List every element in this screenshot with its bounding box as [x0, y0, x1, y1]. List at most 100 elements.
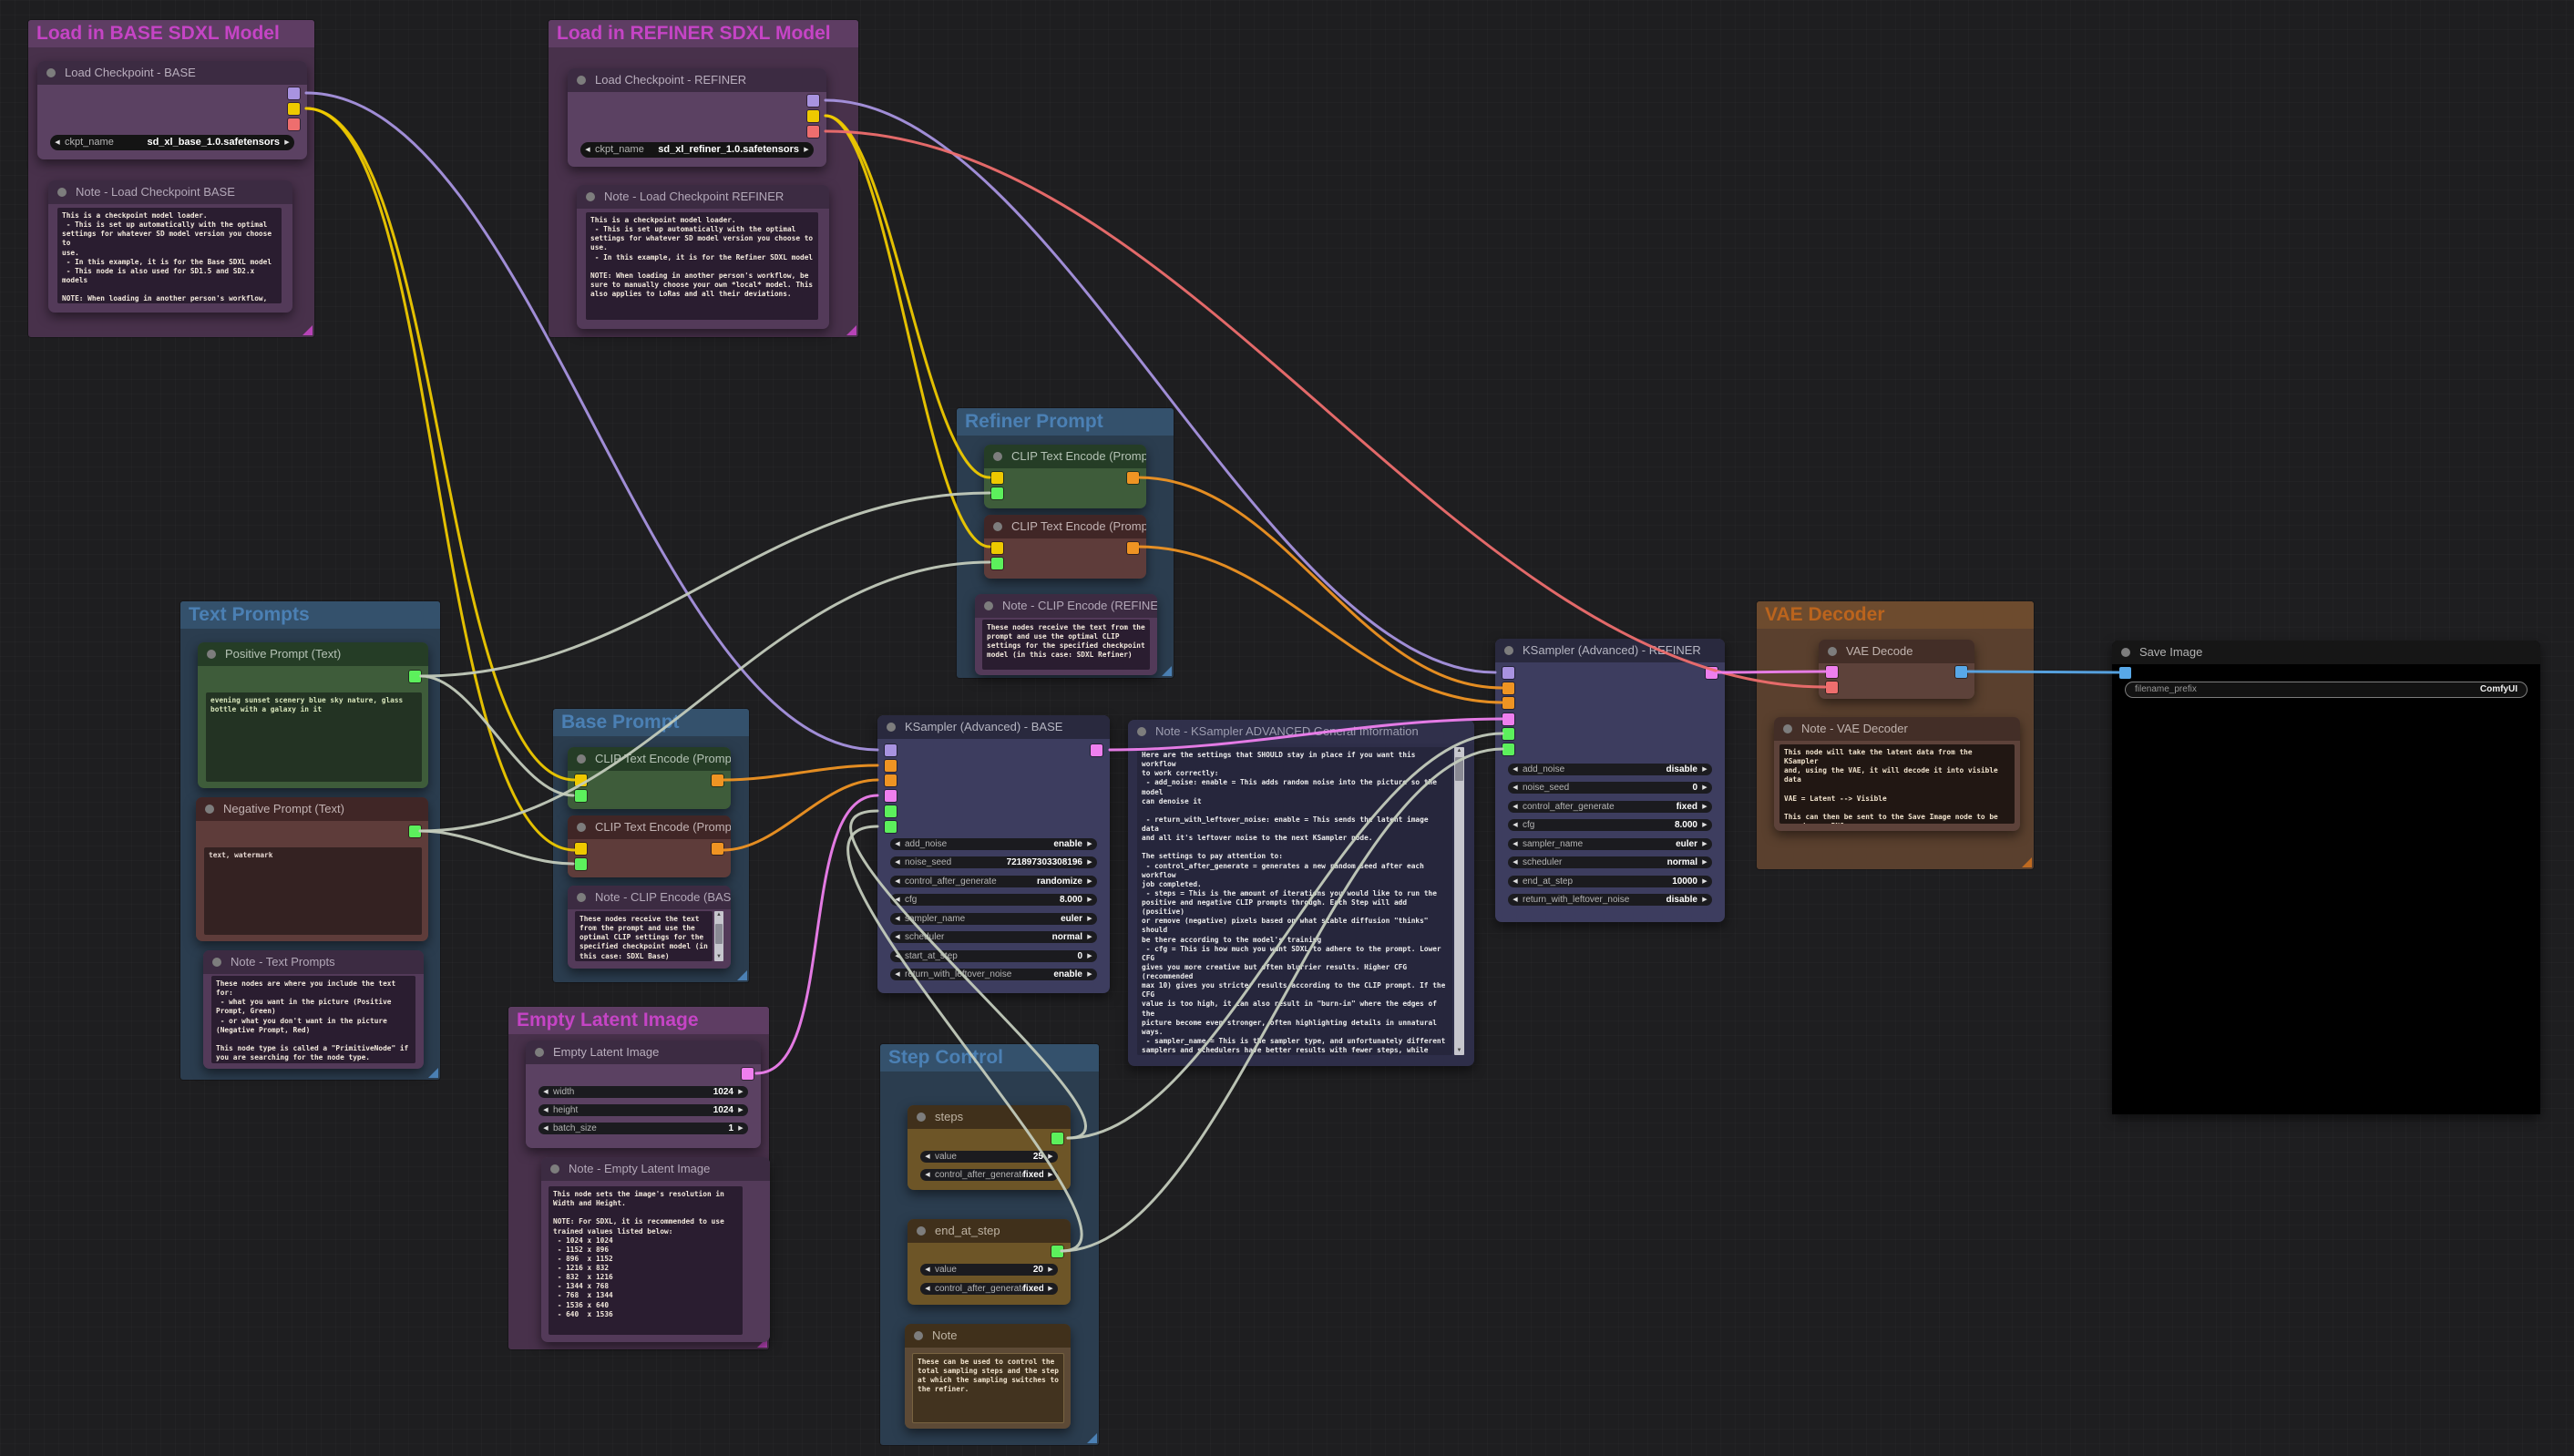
output-slot-clip[interactable]: [288, 103, 300, 115]
note-textarea[interactable]: These nodes are where you include the te…: [211, 976, 415, 1063]
output-slot-latent[interactable]: [1706, 667, 1718, 679]
collapse-dot-icon[interactable]: [1137, 727, 1146, 736]
input-slot-negative[interactable]: [885, 774, 897, 786]
right-arrow-icon[interactable]: ▶: [1082, 894, 1097, 906]
node-title-bar[interactable]: KSampler (Advanced) - BASE: [877, 715, 1110, 739]
right-arrow-icon[interactable]: ▶: [799, 142, 814, 158]
input-slot-clip[interactable]: [991, 472, 1003, 484]
group-header[interactable]: Load in BASE SDXL Model: [28, 20, 314, 47]
right-arrow-icon[interactable]: ▶: [1043, 1283, 1058, 1295]
note-textarea[interactable]: This node will take the latent data from…: [1779, 744, 2015, 824]
input-slot-text[interactable]: [991, 487, 1003, 499]
group-header[interactable]: Base Prompt: [553, 709, 749, 736]
input-slot-text[interactable]: [575, 858, 587, 870]
node-graph-canvas[interactable]: Load in BASE SDXL Model Load in REFINER …: [0, 0, 2574, 1456]
left-arrow-icon[interactable]: ◀: [890, 950, 905, 962]
node-title-bar[interactable]: Note - Empty Latent Image: [541, 1157, 770, 1181]
widget-cfg[interactable]: ◀cfg8.000▶: [890, 894, 1097, 906]
left-arrow-icon[interactable]: ◀: [1508, 876, 1523, 887]
note-textarea[interactable]: This node sets the image's resolution in…: [549, 1186, 743, 1335]
left-arrow-icon[interactable]: ◀: [580, 142, 595, 158]
collapse-dot-icon[interactable]: [212, 958, 221, 967]
prompt-textarea[interactable]: text, watermark: [204, 847, 422, 935]
widget-scheduler[interactable]: ◀schedulernormal▶: [890, 931, 1097, 943]
widget-sampler-name[interactable]: ◀sampler_nameeuler▶: [890, 913, 1097, 925]
note-textarea[interactable]: These can be used to control the total s…: [912, 1353, 1064, 1423]
input-slot-clip[interactable]: [575, 843, 587, 855]
node-title-bar[interactable]: VAE Decode: [1819, 640, 1974, 663]
right-arrow-icon[interactable]: ▶: [1697, 819, 1712, 831]
collapse-dot-icon[interactable]: [887, 723, 896, 732]
right-arrow-icon[interactable]: ▶: [733, 1104, 748, 1116]
node-vae-decode[interactable]: VAE Decode: [1819, 640, 1974, 699]
input-slot-steps[interactable]: [1502, 728, 1514, 740]
node-negative-prompt[interactable]: Negative Prompt (Text) text, watermark: [196, 797, 428, 941]
note-textarea[interactable]: These nodes receive the text from the pr…: [575, 911, 713, 961]
node-note-ksampler-advanced[interactable]: Note - KSampler ADVANCED General Informa…: [1128, 720, 1474, 1066]
collapse-dot-icon[interactable]: [2121, 648, 2130, 657]
widget-control-after-generate[interactable]: ◀control_after_generatefixed▶: [920, 1169, 1058, 1181]
note-textarea[interactable]: Here are the settings that SHOULD stay i…: [1137, 747, 1452, 1055]
output-slot-conditioning[interactable]: [1127, 472, 1139, 484]
right-arrow-icon[interactable]: ▶: [1697, 856, 1712, 868]
collapse-dot-icon[interactable]: [205, 805, 214, 814]
widget-sampler-name[interactable]: ◀sampler_nameeuler▶: [1508, 838, 1712, 850]
right-arrow-icon[interactable]: ▶: [1082, 876, 1097, 887]
widget-ckpt-name[interactable]: ◀ ckpt_name sd_xl_refiner_1.0.safetensor…: [580, 142, 814, 158]
node-title-bar[interactable]: Load Checkpoint - BASE: [37, 61, 307, 85]
widget-scheduler[interactable]: ◀schedulernormal▶: [1508, 856, 1712, 868]
node-clip-encode-refiner-positive[interactable]: CLIP Text Encode (Prompt): [984, 445, 1146, 508]
node-save-image[interactable]: Save Image filename_prefix ComfyUI: [2112, 641, 2540, 1114]
output-slot-conditioning[interactable]: [712, 774, 723, 786]
input-slot-positive[interactable]: [1502, 682, 1514, 694]
collapse-dot-icon[interactable]: [550, 1164, 559, 1174]
right-arrow-icon[interactable]: ▶: [1082, 931, 1097, 943]
node-note-empty-latent[interactable]: Note - Empty Latent Image This node sets…: [541, 1157, 770, 1342]
node-note-text-prompts[interactable]: Note - Text Prompts These nodes are wher…: [203, 950, 424, 1069]
collapse-dot-icon[interactable]: [586, 192, 595, 201]
node-title-bar[interactable]: Save Image: [2112, 641, 2540, 664]
right-arrow-icon[interactable]: ▶: [733, 1086, 748, 1098]
widget-control-after-generate[interactable]: ◀control_after_generaterandomize▶: [890, 876, 1097, 887]
right-arrow-icon[interactable]: ▶: [1043, 1169, 1058, 1181]
right-arrow-icon[interactable]: ▶: [1697, 838, 1712, 850]
collapse-dot-icon[interactable]: [57, 188, 67, 197]
node-clip-encode-refiner-negative[interactable]: CLIP Text Encode (Prompt): [984, 515, 1146, 579]
scroll-up-icon[interactable]: ▲: [1454, 747, 1464, 755]
left-arrow-icon[interactable]: ◀: [1508, 782, 1523, 794]
widget-batch-size[interactable]: ◀batch_size1▶: [538, 1123, 748, 1134]
right-arrow-icon[interactable]: ▶: [280, 135, 294, 150]
widget-value[interactable]: ◀value20▶: [920, 1264, 1058, 1276]
widget-cfg[interactable]: ◀cfg8.000▶: [1508, 819, 1712, 831]
right-arrow-icon[interactable]: ▶: [1082, 950, 1097, 962]
node-steps-primitive[interactable]: steps ◀value25▶ ◀control_after_generatef…: [908, 1105, 1071, 1190]
output-slot-clip[interactable]: [807, 110, 819, 122]
right-arrow-icon[interactable]: ▶: [1043, 1151, 1058, 1163]
node-title-bar[interactable]: Note: [905, 1324, 1071, 1348]
node-title-bar[interactable]: CLIP Text Encode (Prompt): [568, 815, 731, 839]
input-slot-clip[interactable]: [991, 542, 1003, 554]
group-header[interactable]: Refiner Prompt: [957, 408, 1174, 436]
input-slot-vae[interactable]: [1826, 682, 1838, 693]
left-arrow-icon[interactable]: ◀: [50, 135, 65, 150]
node-title-bar[interactable]: CLIP Text Encode (Prompt): [984, 515, 1146, 538]
left-arrow-icon[interactable]: ◀: [1508, 819, 1523, 831]
left-arrow-icon[interactable]: ◀: [890, 856, 905, 868]
node-clip-encode-base-negative[interactable]: CLIP Text Encode (Prompt): [568, 815, 731, 877]
output-slot-model[interactable]: [807, 95, 819, 107]
left-arrow-icon[interactable]: ◀: [1508, 764, 1523, 775]
node-title-bar[interactable]: Note - Text Prompts: [203, 950, 424, 974]
node-title-bar[interactable]: Note - Load Checkpoint BASE: [48, 180, 292, 204]
node-note-step-control[interactable]: Note These can be used to control the to…: [905, 1324, 1071, 1429]
widget-end-at-step[interactable]: ◀end_at_step10000▶: [1508, 876, 1712, 887]
group-header[interactable]: VAE Decoder: [1757, 601, 2034, 629]
node-note-load-checkpoint-base[interactable]: Note - Load Checkpoint BASE This is a ch…: [48, 180, 292, 313]
right-arrow-icon[interactable]: ▶: [1697, 894, 1712, 906]
input-slot-steps[interactable]: [885, 805, 897, 817]
output-slot-vae[interactable]: [288, 118, 300, 130]
node-title-bar[interactable]: Note - KSampler ADVANCED General Informa…: [1128, 720, 1474, 743]
collapse-dot-icon[interactable]: [984, 601, 993, 610]
left-arrow-icon[interactable]: ◀: [538, 1104, 553, 1116]
right-arrow-icon[interactable]: ▶: [1082, 856, 1097, 868]
node-note-load-checkpoint-refiner[interactable]: Note - Load Checkpoint REFINER This is a…: [577, 185, 829, 329]
